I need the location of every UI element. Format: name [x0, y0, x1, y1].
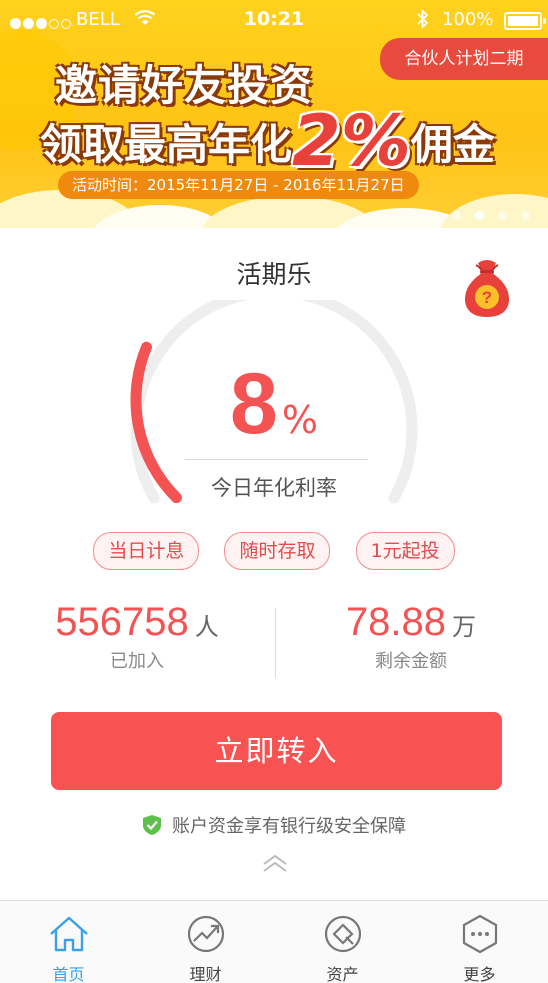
tab-bar: 首页 理财 资产 更多 [0, 900, 548, 983]
battery-icon [504, 12, 546, 30]
battery-percent: 100% [442, 9, 494, 30]
pager-dot[interactable] [452, 211, 461, 220]
banner-subheadline-prefix: 领取最高年化 [40, 120, 293, 169]
pager-dot-active[interactable] [475, 211, 484, 220]
chart-trend-icon [187, 915, 225, 953]
status-bar: BELL 10:21 100% [0, 0, 548, 40]
tab-finance-label: 理财 [189, 965, 222, 983]
joined-stat: 556758 人 已加入 [0, 600, 274, 673]
tag-flexible-access: 随时存取 [224, 532, 331, 570]
safety-text: 账户资金享有银行级安全保障 [172, 816, 406, 837]
bluetooth-icon [417, 9, 429, 29]
banner-subheadline: 领取最高年化2%佣金 [40, 100, 495, 182]
remaining-label: 剩余金额 [375, 651, 447, 672]
svg-text:?: ? [482, 288, 492, 307]
partner-plan-ribbon[interactable]: 合伙人计划二期 [380, 38, 548, 80]
tab-finance[interactable]: 理财 [137, 901, 274, 983]
tab-home[interactable]: 首页 [0, 901, 137, 983]
rate-label: 今日年化利率 [211, 476, 337, 500]
banner-pager[interactable] [438, 205, 530, 224]
rate-value: 8 [230, 356, 278, 452]
activity-time: 活动时间：2015年11月27日 - 2016年11月27日 [58, 171, 419, 199]
home-icon [50, 916, 88, 952]
stats-panel: 556758 人 已加入 78.88 万 剩余金额 [0, 600, 548, 680]
assets-icon [324, 915, 362, 953]
tag-min-investment: 1元起投 [355, 532, 455, 570]
remaining-unit: 万 [452, 613, 477, 641]
tag-daily-interest: 当日计息 [93, 532, 200, 570]
banner-subheadline-suffix: 佣金 [410, 120, 495, 169]
promo-banner[interactable]: BELL 10:21 100% 合伙人计划二期 邀请好友投资 领取最高年化2%佣… [0, 0, 548, 228]
tab-more[interactable]: 更多 [411, 901, 548, 983]
tab-more-label: 更多 [463, 965, 496, 983]
shield-check-icon [143, 815, 161, 835]
pager-dot[interactable] [498, 211, 507, 220]
banner-highlight-rate: 2% [292, 100, 411, 182]
pager-dot[interactable] [521, 211, 530, 220]
joined-label: 已加入 [110, 651, 164, 672]
gauge-divider [185, 459, 368, 460]
rate-unit: % [281, 398, 318, 442]
transfer-in-button[interactable]: 立即转入 [51, 712, 502, 790]
more-icon [462, 914, 498, 954]
rate-display: 8% [0, 355, 548, 454]
feature-tags: 当日计息 随时存取 1元起投 [0, 532, 548, 570]
app-screen: BELL 10:21 100% 合伙人计划二期 邀请好友投资 领取最高年化2%佣… [0, 0, 548, 983]
tab-assets-label: 资产 [326, 965, 359, 983]
safety-notice: 账户资金享有银行级安全保障 [0, 812, 548, 838]
tab-home-label: 首页 [52, 965, 85, 983]
double-chevron-up-icon[interactable] [262, 853, 288, 873]
remaining-stat: 78.88 万 剩余金额 [274, 600, 548, 673]
tab-assets[interactable]: 资产 [274, 901, 411, 983]
money-bag-icon[interactable]: ? [462, 257, 512, 319]
joined-count: 556758 [55, 600, 189, 644]
joined-unit: 人 [194, 613, 219, 641]
remaining-amount: 78.88 [345, 600, 447, 644]
